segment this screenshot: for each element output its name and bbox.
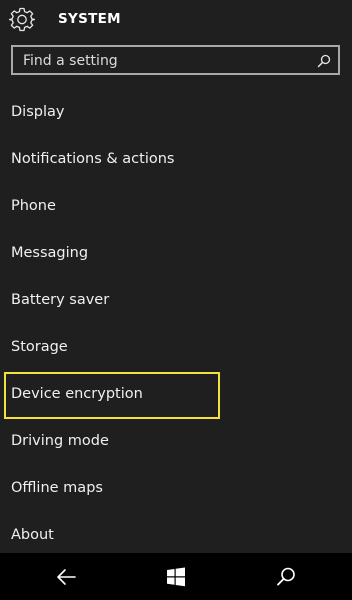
menu-item-label: Storage (11, 339, 68, 355)
menu-item-label: Driving mode (11, 433, 109, 449)
menu-item-driving-mode[interactable]: Driving mode (0, 419, 352, 466)
settings-screen: SYSTEM Display Notifications & actions P… (0, 0, 352, 600)
windows-start-icon[interactable] (164, 565, 188, 589)
menu-item-label: Battery saver (11, 292, 110, 308)
search-icon[interactable] (317, 53, 331, 68)
menu-item-messaging[interactable]: Messaging (0, 231, 352, 278)
menu-item-label: Display (11, 104, 65, 120)
menu-item-storage[interactable]: Storage (0, 325, 352, 372)
navigation-bar (0, 553, 352, 600)
menu-item-phone[interactable]: Phone (0, 184, 352, 231)
gear-icon (8, 6, 36, 32)
menu-item-label: Phone (11, 198, 56, 214)
settings-list: Display Notifications & actions Phone Me… (0, 90, 352, 560)
search-input[interactable] (23, 51, 308, 71)
menu-item-label: Notifications & actions (11, 151, 175, 167)
menu-item-device-encryption[interactable]: Device encryption (0, 372, 352, 419)
menu-item-label: Messaging (11, 245, 89, 261)
back-arrow-icon[interactable] (55, 565, 79, 589)
menu-item-label: About (11, 527, 54, 543)
menu-item-battery-saver[interactable]: Battery saver (0, 278, 352, 325)
search-icon[interactable] (274, 565, 298, 589)
search-box[interactable] (11, 45, 340, 75)
menu-item-display[interactable]: Display (0, 90, 352, 137)
menu-item-label: Device encryption (11, 386, 143, 402)
menu-item-label: Offline maps (11, 480, 103, 496)
header: SYSTEM (0, 0, 352, 40)
menu-item-notifications-actions[interactable]: Notifications & actions (0, 137, 352, 184)
page-title: SYSTEM (58, 11, 121, 27)
menu-item-offline-maps[interactable]: Offline maps (0, 466, 352, 513)
